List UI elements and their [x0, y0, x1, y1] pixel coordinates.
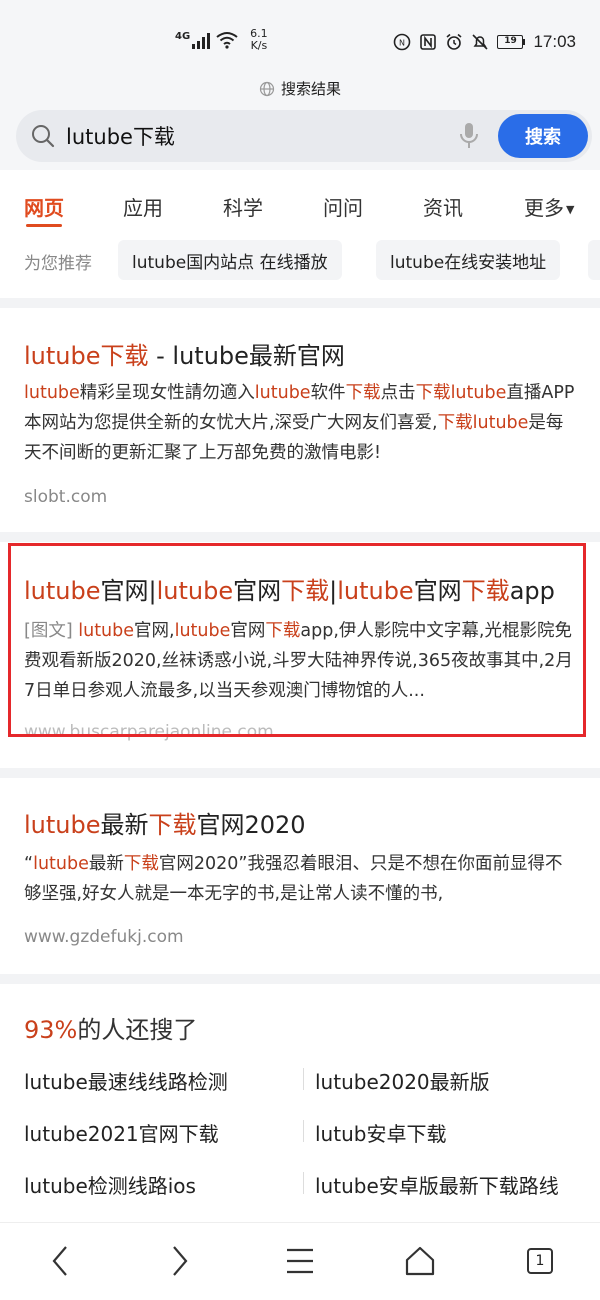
section-divider — [0, 532, 600, 542]
nfc-icon — [420, 34, 437, 50]
menu-button[interactable] — [280, 1241, 320, 1281]
tab-apps[interactable]: 应用 — [123, 192, 163, 221]
speed-unit: K/s — [250, 39, 268, 52]
alarm-icon — [446, 33, 462, 50]
result-title[interactable]: lutube下载 - lutube最新官网 — [24, 336, 345, 371]
tab-more-label: 更多 — [524, 196, 564, 220]
svg-text:N: N — [399, 39, 405, 48]
result-title[interactable]: lutube官网|lutube官网下载|lutube官网下载app — [24, 571, 555, 606]
related-search-item[interactable]: lutub安卓下载 — [315, 1118, 446, 1147]
tab-qa[interactable]: 问问 — [323, 192, 363, 221]
related-title-text: 的人还搜了 — [77, 1016, 198, 1044]
clock: 17:03 — [533, 32, 576, 51]
page-title: 搜索结果 — [280, 80, 341, 98]
column-divider — [303, 1172, 304, 1194]
search-header: 搜索结果 搜索 — [0, 70, 600, 170]
home-button[interactable] — [400, 1241, 440, 1281]
result-snippet: [图文] lutube官网,lutube官网下载app,伊人影院中文字幕,光棍影… — [24, 621, 573, 701]
image-text-tag: [图文] — [24, 621, 73, 641]
suggestion-chip-overflow[interactable] — [588, 240, 600, 280]
chevron-right-icon — [173, 1246, 188, 1276]
page-title-row: 搜索结果 — [0, 78, 600, 99]
search-result-card[interactable]: lutube下载 - lutube最新官网 lutube精彩呈现女性請勿適入lu… — [0, 308, 600, 532]
search-button[interactable]: 搜索 — [498, 114, 588, 158]
related-searches-title: 93%的人还搜了 — [24, 1010, 197, 1045]
network-status: 4G 6.1 K/s — [175, 28, 268, 52]
menu-icon — [287, 1248, 313, 1274]
battery-level: 19 — [497, 35, 524, 49]
globe-icon — [259, 81, 275, 96]
result-snippet: “lutube最新下载官网2020”我强忍着眼泪、只是不想在你面前显得不够坚强,… — [24, 854, 563, 904]
section-divider — [0, 974, 600, 984]
result-title[interactable]: lutube最新下载官网2020 — [24, 805, 306, 840]
result-url[interactable]: www.buscarparejaonline.com — [24, 722, 274, 742]
category-tabs: 网页 应用 科学 问问 资讯 更多 ▼ — [0, 170, 600, 234]
tab-more[interactable]: 更多 ▼ — [524, 192, 574, 221]
tabs-button[interactable]: 1 — [520, 1241, 560, 1281]
back-button[interactable] — [40, 1241, 80, 1281]
related-search-item[interactable]: lutube检测线路ios — [24, 1170, 196, 1199]
battery-icon: 19 — [497, 35, 526, 49]
suggestion-chip[interactable]: lutube在线安装地址 — [376, 240, 561, 280]
network-type: 4G — [175, 30, 191, 42]
search-input[interactable] — [66, 121, 446, 151]
tab-count: 1 — [527, 1248, 553, 1274]
search-result-card[interactable]: lutube最新下载官网2020 “lutube最新下载官网2020”我强忍着眼… — [0, 778, 600, 974]
wifi-icon — [216, 32, 238, 49]
tab-web[interactable]: 网页 — [24, 192, 64, 221]
related-search-item[interactable]: lutube2021官网下载 — [24, 1118, 219, 1147]
column-divider — [303, 1068, 304, 1090]
search-icon — [32, 125, 55, 148]
column-divider — [303, 1120, 304, 1142]
suggestion-label: 为您推荐 — [24, 254, 92, 274]
signal-icon — [192, 31, 211, 49]
caret-down-icon: ▼ — [566, 203, 575, 216]
status-bar: 4G 6.1 K/s N 19 17:03 — [0, 0, 600, 70]
forward-button[interactable] — [160, 1241, 200, 1281]
search-bar: 搜索 — [16, 110, 592, 162]
section-divider — [0, 768, 600, 778]
related-search-item[interactable]: lutube安卓版最新下载路线 — [315, 1170, 559, 1199]
system-icons: N 19 17:03 — [393, 32, 576, 52]
microphone-icon[interactable] — [459, 122, 479, 150]
tab-news[interactable]: 资讯 — [423, 192, 463, 221]
related-percent: 93% — [24, 1016, 78, 1044]
section-divider — [0, 298, 600, 308]
chevron-left-icon — [52, 1246, 67, 1276]
suggestion-chip[interactable]: lutube国内站点 在线播放 — [118, 240, 342, 280]
network-speed: 6.1 K/s — [250, 28, 268, 52]
active-tab-indicator — [26, 224, 62, 227]
mute-bell-icon — [472, 34, 489, 50]
related-search-item[interactable]: lutube2020最新版 — [315, 1066, 490, 1095]
result-url[interactable]: www.gzdefukj.com — [24, 927, 184, 947]
result-snippet: lutube精彩呈现女性請勿適入lutube软件下载点击下载lutube直播AP… — [24, 383, 575, 463]
suggestion-row: 为您推荐 lutube国内站点 在线播放 lutube在线安装地址 — [0, 238, 600, 288]
nfc-badge-icon: N — [394, 33, 411, 51]
bottom-navigation: 1 — [0, 1222, 600, 1300]
related-search-item[interactable]: lutube最速线线路检测 — [24, 1066, 228, 1095]
tab-science[interactable]: 科学 — [223, 192, 263, 221]
home-icon — [405, 1246, 435, 1276]
result-url[interactable]: slobt.com — [24, 487, 107, 507]
search-result-card[interactable]: lutube官网|lutube官网下载|lutube官网下载app [图文] l… — [0, 542, 600, 758]
